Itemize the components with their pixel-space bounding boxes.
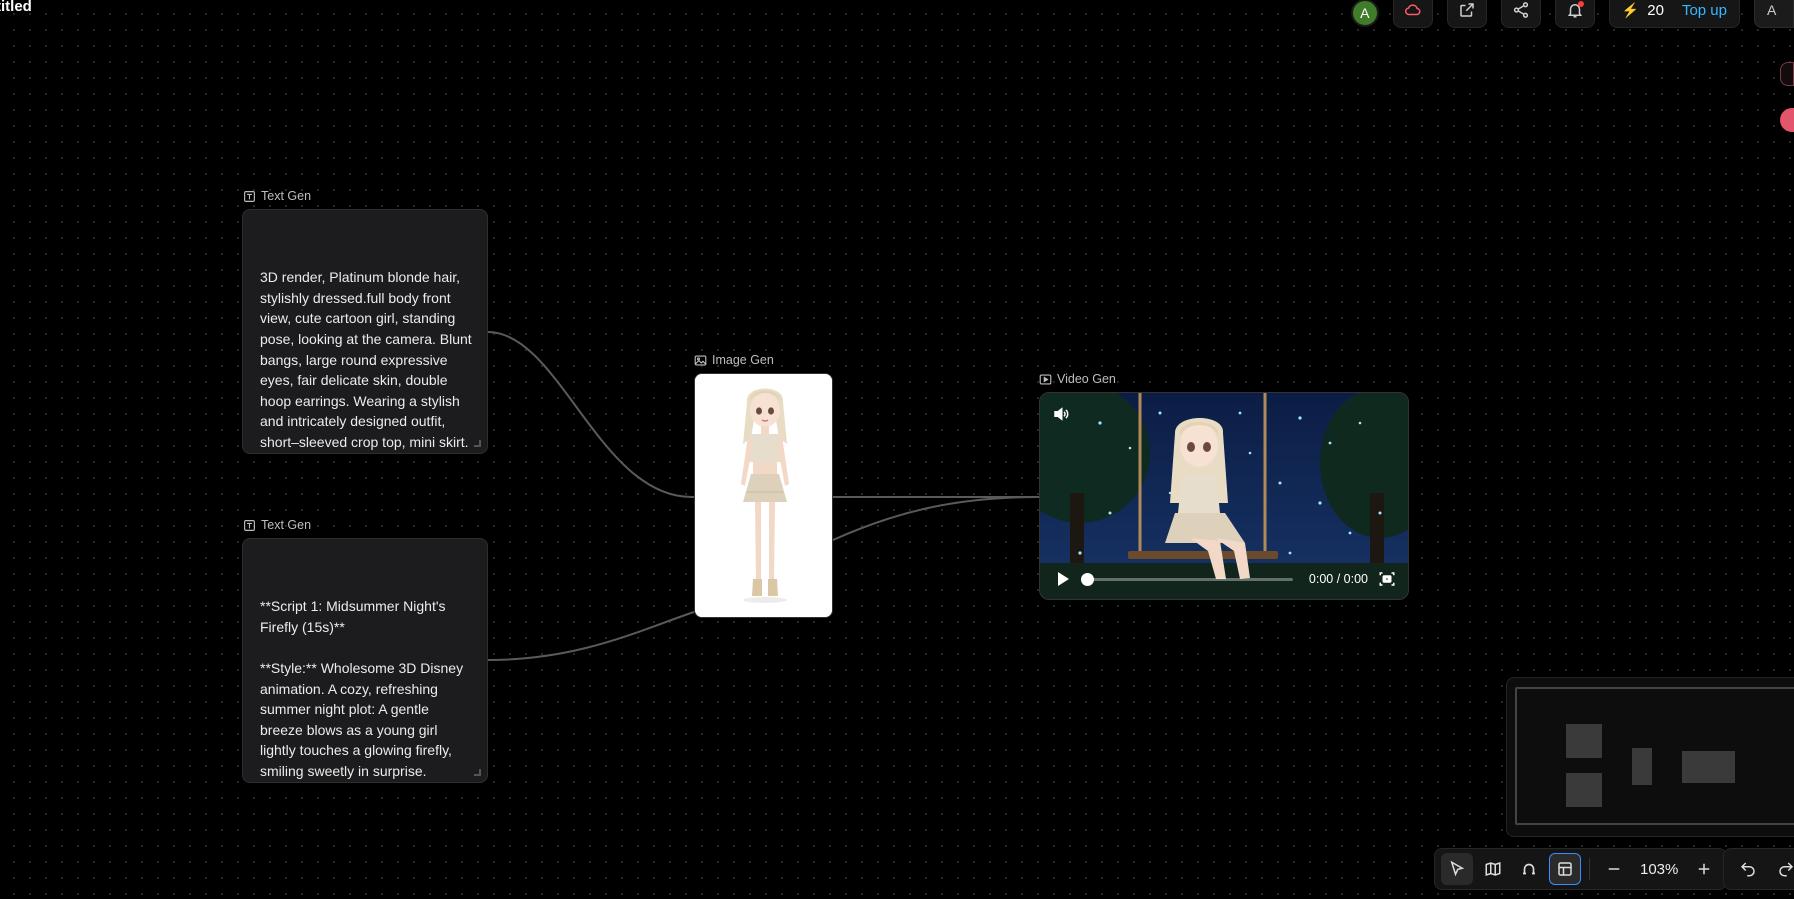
history-toolbar (1723, 848, 1794, 890)
open-external-button[interactable] (1446, 0, 1487, 28)
node-title: Text Gen (261, 518, 312, 532)
resize-handle[interactable] (474, 440, 481, 447)
undo-button[interactable] (1732, 853, 1764, 885)
minimap-node (1566, 773, 1602, 807)
credits-panel: ⚡ 20 Top up (1608, 0, 1740, 28)
top-up-link[interactable]: Top up (1682, 2, 1727, 19)
play-icon[interactable] (1058, 572, 1069, 586)
video-icon (1039, 373, 1052, 385)
text-gen-content[interactable]: 3D render, Platinum blonde hair, stylish… (260, 267, 473, 453)
minimap[interactable] (1506, 677, 1794, 837)
share-button[interactable] (1500, 0, 1541, 28)
resize-handle[interactable] (474, 769, 481, 776)
snapshot-icon[interactable] (1378, 570, 1396, 588)
image-icon (694, 354, 707, 366)
video-controls: 0:00 / 0:00 (1040, 559, 1408, 599)
minimap-viewport[interactable] (1515, 687, 1794, 825)
zoom-in-button[interactable] (1688, 853, 1720, 885)
cloud-icon (1404, 4, 1421, 16)
select-tool-button[interactable] (1441, 853, 1473, 885)
text-gen-content[interactable]: **Script 1: Midsummer Night's Firefly (1… (260, 596, 473, 781)
zoom-level[interactable]: 103% (1634, 861, 1684, 878)
minimap-node (1632, 748, 1652, 785)
credits-count: 20 (1647, 1, 1664, 19)
connection-line (487, 611, 695, 661)
text-node-icon (244, 190, 255, 202)
cursor-icon (1450, 860, 1465, 877)
user-avatar[interactable]: A (1350, 0, 1379, 27)
magnet-icon (1523, 863, 1535, 875)
node-title: Video Gen (1057, 372, 1116, 386)
volume-icon[interactable] (1052, 405, 1070, 423)
map-icon (1485, 861, 1501, 877)
zoom-out-button[interactable] (1598, 853, 1630, 885)
account-avatar[interactable]: A (1754, 0, 1794, 28)
share-icon (1513, 2, 1528, 18)
redo-button[interactable] (1770, 853, 1794, 885)
node-title: Text Gen (261, 189, 312, 203)
image-gen-node-label: Image Gen (694, 353, 774, 367)
undo-icon (1740, 862, 1755, 877)
text-gen-node-label: Text Gen (243, 518, 311, 532)
map-tool-button[interactable] (1477, 853, 1509, 885)
text-gen-node-1[interactable]: 3D render, Platinum blonde hair, stylish… (242, 209, 488, 454)
connection-line (832, 496, 1040, 541)
video-gen-node[interactable]: 0:00 / 0:00 (1039, 392, 1409, 600)
layout-icon (1558, 862, 1572, 876)
minimap-node (1682, 751, 1735, 783)
minus-icon (1608, 868, 1620, 870)
connection-line (487, 331, 695, 499)
top-toolbar: A ⚡ 20 Top up A (1350, 0, 1794, 28)
notifications-button[interactable] (1554, 0, 1595, 28)
toolbar-divider (1589, 858, 1590, 880)
progress-knob[interactable] (1081, 572, 1094, 586)
external-link-icon (1460, 3, 1474, 17)
cloud-sync-button[interactable] (1392, 0, 1433, 28)
minimap-node (1566, 724, 1602, 758)
layout-tool-button[interactable] (1549, 853, 1581, 885)
canvas-toolbar: 103% (1434, 848, 1728, 890)
video-time: 0:00 / 0:00 (1308, 572, 1368, 586)
document-title[interactable]: titled (0, 0, 32, 15)
text-gen-node-label: Text Gen (243, 189, 311, 203)
side-assistant-button[interactable] (1780, 108, 1794, 132)
image-gen-node[interactable] (694, 373, 833, 618)
plus-icon (1699, 863, 1710, 875)
side-panel-toggle[interactable] (1780, 62, 1794, 86)
lightning-icon: ⚡ (1621, 1, 1640, 18)
notification-dot (1577, 1, 1584, 7)
generated-character-image (695, 374, 832, 617)
text-node-icon (244, 519, 255, 531)
video-progress-bar[interactable] (1081, 572, 1293, 586)
connect-tool-button[interactable] (1513, 853, 1545, 885)
node-title: Image Gen (712, 353, 774, 367)
video-gen-node-label: Video Gen (1039, 372, 1116, 386)
redo-icon (1779, 862, 1794, 877)
text-gen-node-2[interactable]: **Script 1: Midsummer Night's Firefly (1… (242, 538, 488, 783)
